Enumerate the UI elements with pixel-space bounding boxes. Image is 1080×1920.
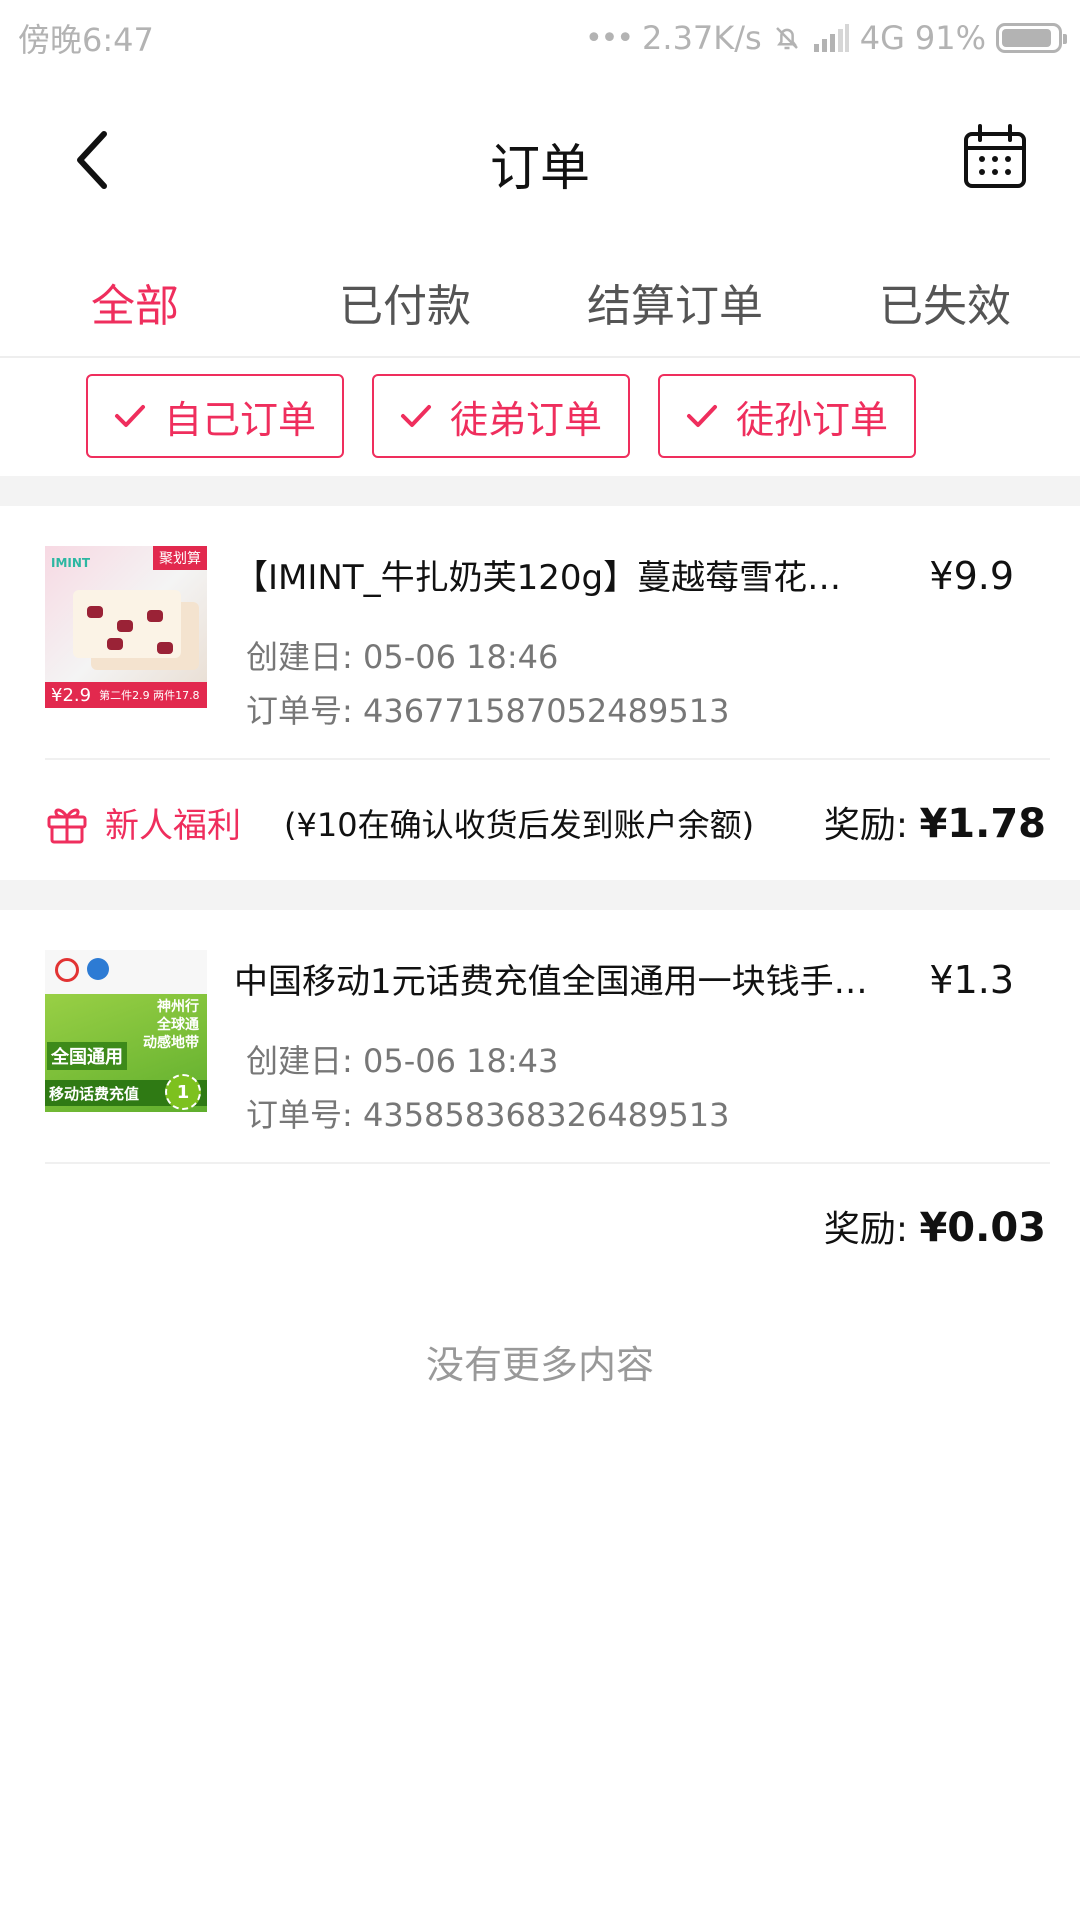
signal-icon	[813, 24, 849, 52]
created-value: 05-06 18:46	[362, 638, 559, 676]
tab-invalid[interactable]: 已失效	[810, 240, 1080, 356]
thumb-brands: 神州行 全球通 动感地带	[143, 998, 199, 1052]
thumb-line: 动感地带	[143, 1035, 199, 1051]
thumb-brand: IMINT	[51, 556, 91, 570]
tab-paid[interactable]: 已付款	[270, 240, 540, 356]
new-user-benefit[interactable]: 新人福利	[45, 798, 241, 847]
product-price: ¥9.9	[929, 554, 1014, 598]
created-date: 创建日: 05-06 18:43	[246, 1036, 558, 1082]
order-card[interactable]: IMINT 聚划算 ¥2.9 第二件2.9 两件17.8 【IMINT_牛扎奶芙…	[0, 506, 1080, 880]
check-icon	[114, 405, 145, 427]
check-icon	[400, 405, 431, 427]
thumb-big-text: 全国通用	[47, 1042, 127, 1070]
created-value: 05-06 18:43	[362, 1042, 559, 1080]
calendar-icon	[964, 124, 1026, 188]
nougat-illustration	[73, 590, 181, 658]
filter-label: 徒孙订单	[735, 397, 888, 442]
product-name: 中国移动1元话费充值全国通用一块钱手机话费快充	[234, 962, 874, 1002]
reward-label: 奖励:	[823, 1209, 909, 1250]
filter-label: 自己订单	[163, 397, 316, 442]
status-bar: 傍晚6:47 ••• 2.37K/s 4G 91%	[0, 0, 1080, 76]
benefit-note: (¥10在确认收货后发到账户余额)	[284, 806, 755, 844]
thumb-price: ¥2.9	[51, 684, 92, 706]
product-thumbnail: IMINT 聚划算 ¥2.9 第二件2.9 两件17.8	[45, 546, 207, 708]
product-thumbnail: 神州行 全球通 动感地带 全国通用 移动话费充值 1	[45, 950, 207, 1112]
order-no-label: 订单号:	[246, 692, 353, 730]
order-number: 订单号: 435858368326489513	[246, 1090, 729, 1136]
network-speed: 2.37K/s	[642, 19, 762, 57]
product-name: 【IMINT_牛扎奶芙120g】蔓越莓雪花酥网红手工零食	[234, 558, 874, 598]
created-label: 创建日:	[246, 1042, 353, 1080]
tab-all[interactable]: 全部	[0, 240, 270, 356]
filter-apprentice-orders[interactable]: 徒弟订单	[372, 374, 630, 458]
order-no-label: 订单号:	[246, 1096, 353, 1134]
olympic-logo-icon	[55, 958, 79, 982]
bell-off-icon	[775, 27, 798, 50]
china-mobile-logo-icon	[87, 958, 109, 980]
divider	[45, 1162, 1050, 1164]
thumb-seal: 1	[165, 1074, 201, 1110]
order-number: 订单号: 436771587052489513	[246, 686, 729, 732]
order-tabs: 全部 已付款 结算订单 已失效	[0, 240, 1080, 358]
battery-icon	[996, 23, 1067, 53]
created-date: 创建日: 05-06 18:46	[246, 632, 558, 678]
order-no-value: 436771587052489513	[362, 692, 730, 730]
thumb-promo: 第二件2.9 两件17.8	[99, 689, 200, 702]
thumb-tag: 聚划算	[153, 546, 207, 570]
product-price: ¥1.3	[929, 958, 1014, 1002]
check-icon	[686, 405, 717, 427]
benefit-label: 新人福利	[105, 806, 241, 846]
no-more-content: 没有更多内容	[425, 1343, 654, 1387]
reward-value: ¥0.03	[919, 1205, 1046, 1251]
filter-own-orders[interactable]: 自己订单	[86, 374, 344, 458]
filter-label: 徒弟订单	[449, 397, 602, 442]
order-card[interactable]: 神州行 全球通 动感地带 全国通用 移动话费充值 1 中国移动1元话费充值全国通…	[0, 910, 1080, 1270]
section-divider	[0, 476, 1080, 506]
divider	[45, 758, 1050, 760]
network-type: 4G	[859, 19, 905, 57]
more-dots-icon: •••	[584, 20, 634, 56]
thumb-line: 神州行	[157, 999, 199, 1015]
thumb-price-bar: ¥2.9 第二件2.9 两件17.8	[45, 682, 207, 708]
thumb-line: 全球通	[157, 1017, 199, 1033]
reward-value: ¥1.78	[919, 801, 1046, 847]
tab-settled[interactable]: 结算订单	[540, 240, 810, 356]
filter-grand-apprentice-orders[interactable]: 徒孙订单	[658, 374, 916, 458]
reward-amount: 奖励: ¥1.78	[824, 796, 1046, 848]
battery-percent: 91%	[914, 19, 986, 57]
order-no-value: 435858368326489513	[362, 1096, 730, 1134]
reward-label: 奖励:	[823, 805, 909, 846]
status-indicators: ••• 2.37K/s 4G 91%	[584, 19, 1067, 57]
calendar-button[interactable]	[960, 122, 1030, 192]
gift-icon	[47, 808, 87, 843]
filter-group: 自己订单 徒弟订单 徒孙订单	[86, 374, 916, 458]
nav-bar: 订单	[0, 100, 1080, 220]
section-divider	[0, 880, 1080, 910]
reward-amount: 奖励: ¥0.03	[824, 1200, 1046, 1252]
page-title: 订单	[490, 139, 590, 197]
status-time: 傍晚6:47	[18, 21, 154, 59]
created-label: 创建日:	[246, 638, 353, 676]
battery-level	[1002, 29, 1052, 47]
